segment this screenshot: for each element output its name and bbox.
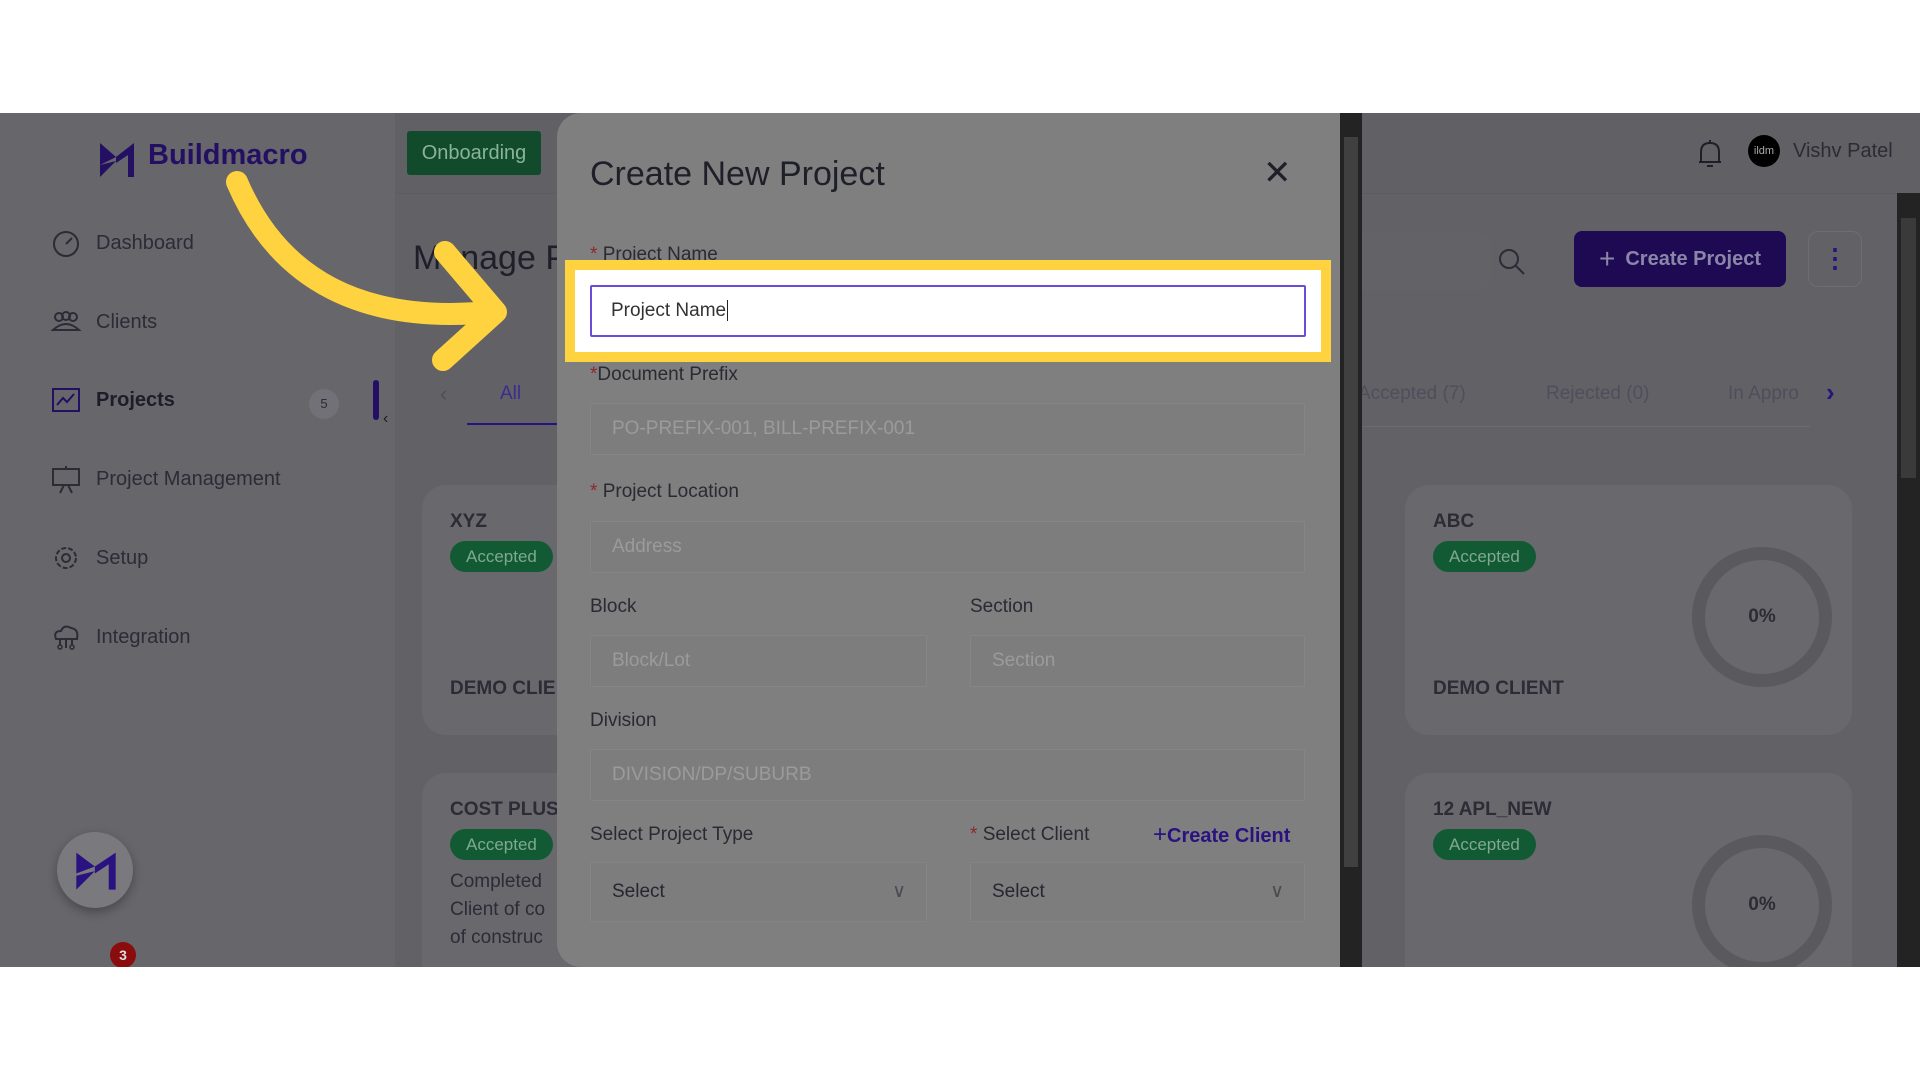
create-project-label: Create Project bbox=[1625, 247, 1761, 270]
sidebar-item-label: Projects bbox=[96, 388, 175, 411]
status-badge: Accepted bbox=[1433, 829, 1536, 860]
project-name-input[interactable]: Project Name bbox=[590, 285, 1306, 337]
tabs-prev-chevron-icon[interactable]: ‹ bbox=[440, 381, 447, 407]
tab-in-approval[interactable]: In Appro bbox=[1728, 383, 1808, 405]
page-scrollbar[interactable] bbox=[1897, 193, 1920, 967]
chat-launcher-button[interactable] bbox=[57, 832, 133, 908]
plus-icon: + bbox=[1599, 243, 1616, 274]
plus-icon: + bbox=[1153, 821, 1168, 848]
progress-ring: 0% bbox=[1692, 835, 1832, 967]
sidebar-item-projects[interactable]: Projects bbox=[50, 384, 175, 416]
document-prefix-input[interactable]: PO-PREFIX-001, BILL-PREFIX-001 bbox=[590, 403, 1305, 455]
create-project-modal: Create New Project ✕ * Project Name *Doc… bbox=[557, 113, 1340, 967]
highlight-box: Project Name bbox=[565, 260, 1331, 362]
card-title: XYZ bbox=[450, 511, 487, 532]
sidebar-item-label: Integration bbox=[96, 625, 191, 648]
project-type-label: Select Project Type bbox=[590, 824, 754, 845]
card-title: ABC bbox=[1433, 511, 1475, 532]
chevron-down-icon: ∨ bbox=[892, 881, 906, 902]
division-input[interactable]: DIVISION/DP/SUBURB bbox=[590, 749, 1305, 801]
select-client-label: * Select Client bbox=[970, 824, 1090, 845]
sidebar-item-label: Project Management bbox=[96, 467, 281, 490]
more-options-icon[interactable]: ⋮ bbox=[1808, 231, 1862, 287]
modal-title: Create New Project bbox=[590, 155, 885, 193]
card-description: Completed Client of co of construc bbox=[450, 871, 546, 948]
onboarding-button[interactable]: Onboarding bbox=[407, 131, 541, 175]
bell-icon[interactable] bbox=[1697, 138, 1723, 170]
project-location-input[interactable]: Address bbox=[590, 521, 1305, 573]
cloud-network-icon bbox=[54, 625, 79, 650]
users-icon bbox=[50, 311, 82, 331]
brand-name: Buildmacro bbox=[148, 139, 308, 171]
sidebar-item-label: Setup bbox=[96, 546, 149, 569]
tab-rejected[interactable]: Rejected (0) bbox=[1546, 383, 1650, 405]
avatar[interactable]: ildm bbox=[1748, 135, 1780, 167]
buildmacro-logo-icon bbox=[76, 852, 116, 890]
chat-badge: 3 bbox=[110, 942, 136, 967]
section-input[interactable]: Section bbox=[970, 635, 1305, 687]
tab-all[interactable]: All bbox=[500, 383, 521, 405]
search-icon[interactable] bbox=[1497, 247, 1527, 277]
client-select[interactable]: Select ∨ bbox=[970, 862, 1305, 922]
sidebar-item-setup[interactable]: Setup bbox=[50, 542, 148, 574]
document-prefix-label: *Document Prefix bbox=[590, 364, 738, 385]
create-client-link[interactable]: +Create Client bbox=[1153, 821, 1290, 849]
tab-active-underline bbox=[467, 423, 557, 425]
sidebar-item-dashboard[interactable]: Dashboard bbox=[50, 227, 194, 259]
tabs-divider bbox=[1355, 426, 1810, 427]
card-client: DEMO CLIE bbox=[450, 678, 556, 699]
sidebar-item-integration[interactable]: Integration bbox=[50, 621, 191, 653]
progress-ring: 0% bbox=[1692, 547, 1832, 687]
page-title: Manage P bbox=[413, 239, 568, 277]
projects-count-badge: 5 bbox=[309, 389, 339, 419]
tabs-next-chevron-icon[interactable]: › bbox=[1826, 377, 1835, 408]
card-title: COST PLUS bbox=[450, 799, 559, 820]
sidebar-item-clients[interactable]: Clients bbox=[50, 306, 157, 338]
speedometer-icon bbox=[53, 231, 79, 257]
division-label: Division bbox=[590, 710, 657, 731]
chart-line-icon bbox=[52, 388, 80, 412]
sidebar-item-project-management[interactable]: Project Management bbox=[50, 463, 281, 495]
sidebar: Buildmacro Dashboard Clients Projects 5 … bbox=[0, 113, 395, 967]
collapse-chevron-icon[interactable]: ‹ bbox=[383, 410, 388, 428]
sidebar-item-label: Dashboard bbox=[96, 231, 194, 254]
sidebar-item-label: Clients bbox=[96, 310, 158, 333]
card-client: DEMO CLIENT bbox=[1433, 678, 1564, 699]
search-input[interactable] bbox=[1340, 231, 1490, 291]
gear-icon bbox=[55, 547, 77, 569]
sidebar-collapse-handle[interactable] bbox=[373, 380, 379, 420]
section-label: Section bbox=[970, 596, 1034, 617]
tab-accepted[interactable]: Accepted (7) bbox=[1358, 383, 1466, 405]
modal-scrollbar[interactable] bbox=[1340, 113, 1362, 967]
close-icon[interactable]: ✕ bbox=[1263, 153, 1292, 193]
status-badge: Accepted bbox=[450, 829, 553, 860]
buildmacro-logo-icon bbox=[100, 143, 134, 177]
status-badge: Accepted bbox=[1433, 541, 1536, 572]
status-badge: Accepted bbox=[450, 541, 553, 572]
card-title: 12 APL_NEW bbox=[1433, 799, 1552, 820]
create-project-button[interactable]: + Create Project bbox=[1574, 231, 1786, 287]
block-label: Block bbox=[590, 596, 637, 617]
project-type-select[interactable]: Select ∨ bbox=[590, 862, 927, 922]
user-name[interactable]: Vishv Patel bbox=[1793, 140, 1893, 163]
project-location-label: * Project Location bbox=[590, 481, 739, 502]
presentation-board-icon bbox=[52, 466, 80, 494]
block-input[interactable]: Block/Lot bbox=[590, 635, 927, 687]
chevron-down-icon: ∨ bbox=[1270, 881, 1284, 902]
